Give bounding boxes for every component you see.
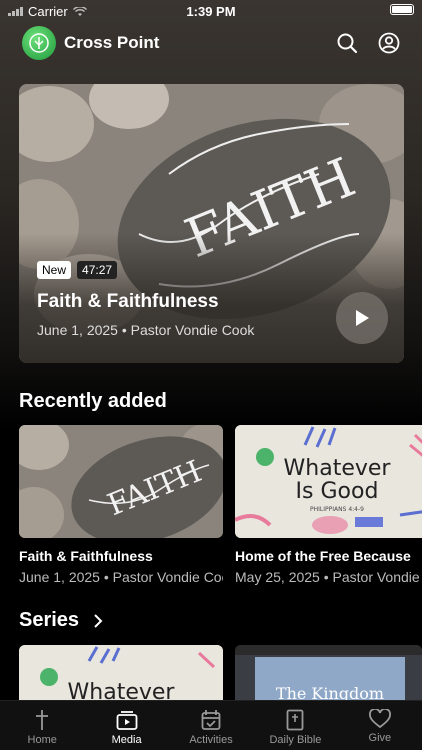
new-badge: New (37, 261, 72, 279)
thumb-line-2: Is Good (296, 479, 379, 504)
recent-item-title: Faith & Faithfulness (19, 548, 153, 564)
bible-icon (287, 709, 304, 731)
play-icon (356, 310, 369, 326)
hero-title: Faith & Faithfulness (37, 291, 219, 312)
chevron-right-icon (94, 613, 103, 628)
series-card[interactable]: Whatever (19, 645, 223, 701)
app-title: Cross Point (64, 33, 160, 52)
hero-meta: June 1, 2025 • Pastor Vondie Cook (37, 322, 255, 338)
tab-label: Give (368, 732, 392, 744)
status-bar: Carrier 1:39 PM (0, 0, 422, 22)
series-art-text: The Kingdom (276, 684, 384, 701)
series-heading: Series (19, 609, 80, 631)
recently-added-heading: Recently added (19, 390, 167, 412)
whatever-is-good-thumbnail: Whatever Is Good PHILIPPIANS 4:4-9 (235, 425, 422, 538)
tab-bar: Home Media Activities Daily Bible Give (0, 700, 422, 750)
tab-label: Home (27, 734, 57, 746)
tab-label: Activities (189, 734, 233, 746)
church-logo-icon[interactable] (22, 26, 56, 60)
recent-item-card[interactable]: FAITH Faith & Faithfulness June 1, 2025 … (19, 425, 223, 585)
tab-media[interactable]: Media (84, 701, 168, 750)
faith-thumbnail: FAITH (19, 425, 223, 538)
battery-icon (390, 4, 414, 15)
featured-sermon-card[interactable]: FAITH New 47:27 Faith & Faithfulness Jun… (19, 84, 404, 363)
tab-activities[interactable]: Activities (169, 701, 253, 750)
calendar-icon (201, 710, 221, 730)
tab-label: Media (111, 734, 142, 746)
recent-item-meta: May 25, 2025 • Pastor Vondie Cook (235, 569, 422, 585)
recent-item-meta: June 1, 2025 • Pastor Vondie Cook (19, 569, 223, 585)
heart-icon (368, 709, 391, 729)
play-button[interactable] (336, 292, 388, 344)
series-thumbnail: Whatever (19, 645, 223, 701)
cross-icon (36, 710, 49, 730)
tab-give[interactable]: Give (338, 701, 422, 750)
duration-badge: 47:27 (77, 261, 118, 279)
tab-home[interactable]: Home (0, 701, 84, 750)
series-card[interactable]: The Kingdom (235, 645, 422, 701)
profile-icon[interactable] (378, 32, 400, 54)
series-art-text: Whatever (68, 680, 176, 701)
tab-label: Daily Bible (269, 734, 322, 746)
recent-item-title: Home of the Free Because (235, 548, 411, 564)
thumb-reference: PHILIPPIANS 4:4-9 (310, 506, 364, 513)
tab-daily-bible[interactable]: Daily Bible (253, 701, 337, 750)
series-thumbnail: The Kingdom (235, 645, 422, 701)
thumb-line-1: Whatever (284, 456, 392, 481)
search-icon[interactable] (336, 32, 358, 54)
series-heading-link[interactable]: Series (19, 609, 103, 632)
recent-item-card[interactable]: Whatever Is Good PHILIPPIANS 4:4-9 Home … (235, 425, 422, 585)
app-header: Cross Point (22, 26, 400, 60)
media-icon (116, 711, 138, 730)
status-time: 1:39 PM (186, 4, 236, 19)
